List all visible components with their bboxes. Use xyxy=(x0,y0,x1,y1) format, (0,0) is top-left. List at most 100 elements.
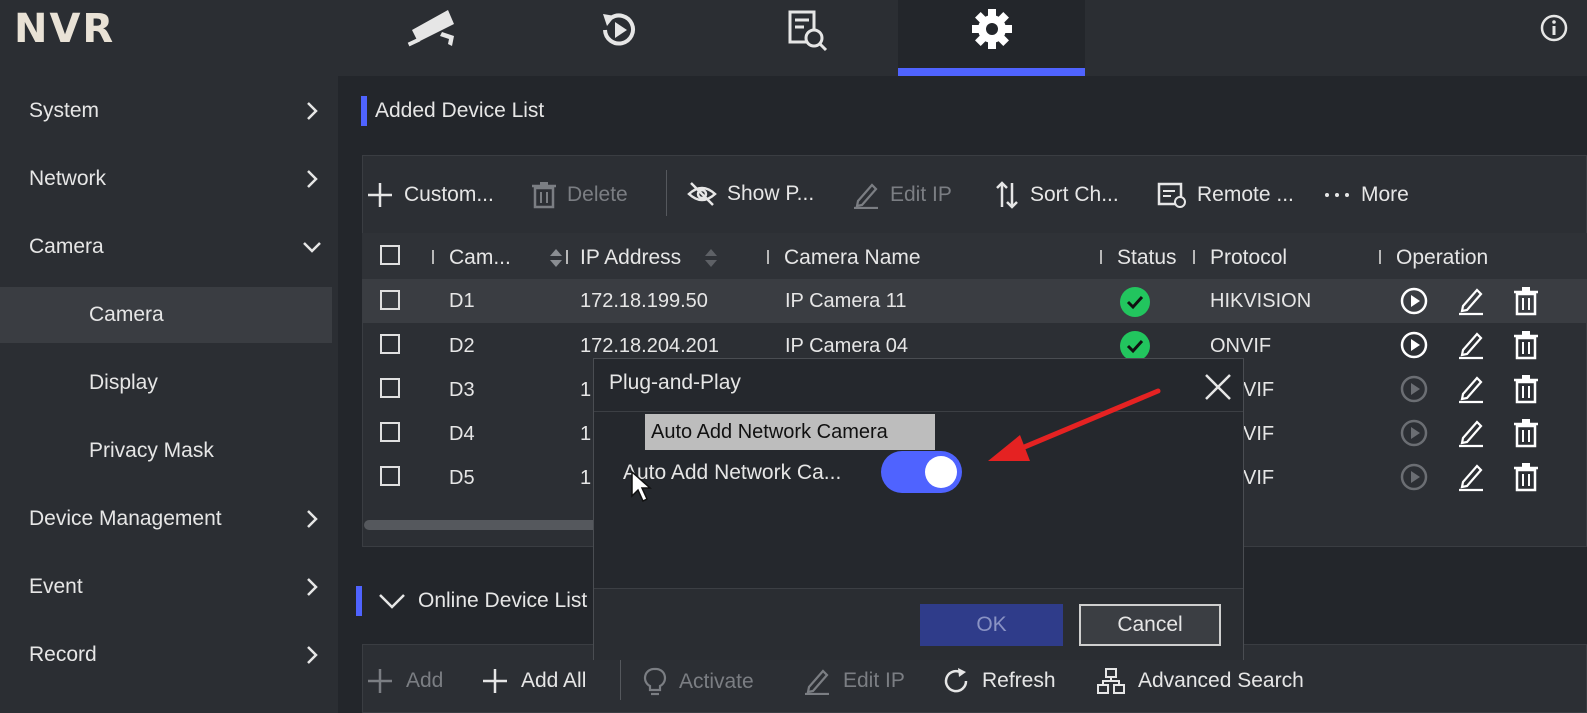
play-icon[interactable] xyxy=(1400,375,1428,403)
trash-icon xyxy=(532,182,556,209)
toggle-knob xyxy=(925,456,957,488)
toolbar-divider xyxy=(666,170,667,216)
column-separator xyxy=(432,250,434,264)
sidebar-item-label: Camera xyxy=(89,303,164,326)
pencil-icon[interactable] xyxy=(1457,374,1485,404)
row-checkbox[interactable] xyxy=(380,422,400,442)
add-button[interactable]: Add xyxy=(366,667,443,695)
trash-icon[interactable] xyxy=(1513,462,1539,492)
select-all-checkbox[interactable] xyxy=(380,245,400,265)
cell-channel: D2 xyxy=(449,335,475,357)
sidebar-item-label: Network xyxy=(29,167,107,190)
tab-search[interactable] xyxy=(712,0,899,76)
plus-icon xyxy=(368,183,392,207)
play-icon[interactable] xyxy=(1400,419,1428,447)
column-header-ip[interactable]: IP Address xyxy=(580,246,681,270)
pencil-icon[interactable] xyxy=(1457,418,1485,448)
pencil-icon[interactable] xyxy=(1457,462,1485,492)
show-password-button[interactable]: Show P... xyxy=(687,181,814,207)
trash-icon[interactable] xyxy=(1513,330,1539,360)
sidebar-item-display[interactable]: Display xyxy=(0,355,332,411)
refresh-label: Refresh xyxy=(982,669,1056,692)
edit-ip-button[interactable]: Edit IP xyxy=(852,181,952,209)
cell-channel: D1 xyxy=(449,290,475,312)
column-header-operation: Operation xyxy=(1396,246,1489,269)
advanced-search-button[interactable]: Advanced Search xyxy=(1096,667,1304,695)
sidebar-item-device-management[interactable]: Device Management xyxy=(0,491,332,547)
row-checkbox[interactable] xyxy=(380,290,400,310)
tab-configuration[interactable] xyxy=(898,0,1085,76)
row-checkbox[interactable] xyxy=(380,378,400,398)
info-icon[interactable] xyxy=(1540,14,1568,42)
auto-add-toggle[interactable] xyxy=(881,451,962,493)
trash-icon[interactable] xyxy=(1513,286,1539,316)
chevron-right-icon xyxy=(307,170,318,188)
play-icon[interactable] xyxy=(1400,287,1428,315)
cell-protocol: VIF xyxy=(1243,423,1275,445)
close-icon[interactable] xyxy=(1203,372,1233,402)
cell-channel: D4 xyxy=(449,423,475,445)
chevron-down-icon xyxy=(379,594,405,609)
trash-icon[interactable] xyxy=(1513,374,1539,404)
column-header-camera-name[interactable]: Camera Name xyxy=(784,246,921,270)
edit-ip-label: Edit IP xyxy=(843,669,905,692)
more-button[interactable]: More xyxy=(1323,181,1409,209)
cell-ip: 1 xyxy=(580,379,592,401)
play-icon[interactable] xyxy=(1400,463,1428,491)
add-label: Add xyxy=(406,669,444,692)
online-edit-ip-button[interactable]: Edit IP xyxy=(803,667,905,695)
ok-button[interactable]: OK xyxy=(920,604,1063,646)
sidebar-item-label: Event xyxy=(29,575,83,598)
chevron-down-icon xyxy=(303,242,321,253)
trash-icon[interactable] xyxy=(1513,418,1539,448)
sidebar-item-event[interactable]: Event xyxy=(0,559,332,615)
sort-channel-button[interactable]: Sort Ch... xyxy=(994,181,1119,209)
refresh-button[interactable]: Refresh xyxy=(942,667,1056,695)
horizontal-scrollbar[interactable] xyxy=(364,520,604,530)
add-all-button[interactable]: Add All xyxy=(481,667,586,695)
sidebar-item-system[interactable]: System xyxy=(0,83,332,139)
pencil-icon xyxy=(805,669,829,695)
lightbulb-icon xyxy=(643,667,667,696)
custom-add-button[interactable]: Custom... xyxy=(366,181,494,209)
delete-button[interactable]: Delete xyxy=(531,181,628,209)
cancel-button[interactable]: Cancel xyxy=(1079,604,1221,646)
edit-ip-label: Edit IP xyxy=(890,183,952,206)
chevron-right-icon xyxy=(307,510,318,528)
row-checkbox[interactable] xyxy=(380,334,400,354)
sidebar-item-label: Display xyxy=(89,371,158,394)
column-header-channel[interactable]: Cam... xyxy=(449,246,511,270)
status-online-icon xyxy=(1120,287,1150,317)
pencil-icon[interactable] xyxy=(1457,330,1485,360)
sidebar-item-network[interactable]: Network xyxy=(0,151,332,207)
tab-playback[interactable] xyxy=(525,0,712,76)
cell-channel: D3 xyxy=(449,379,475,401)
online-device-list-title[interactable]: Online Device List xyxy=(356,586,587,616)
chevron-right-icon xyxy=(307,646,318,664)
sort-arrows-icon[interactable] xyxy=(548,247,564,269)
sort-icon xyxy=(996,181,1018,209)
activate-label: Activate xyxy=(679,670,754,693)
camera-icon xyxy=(407,10,454,47)
row-checkbox[interactable] xyxy=(380,466,400,486)
sidebar-item-privacy-mask[interactable]: Privacy Mask xyxy=(0,423,332,479)
sort-arrows-icon[interactable] xyxy=(703,247,719,269)
cell-protocol: VIF xyxy=(1243,467,1275,489)
auto-add-label: Auto Add Network Ca... xyxy=(623,461,842,484)
column-separator xyxy=(1193,250,1195,264)
sidebar-item-camera[interactable]: Camera xyxy=(0,287,332,343)
dialog-title: Plug-and-Play xyxy=(609,371,741,394)
added-device-list-title: Added Device List xyxy=(361,96,544,126)
remote-config-button[interactable]: Remote ... xyxy=(1157,181,1294,209)
sidebar-item-camera-group[interactable]: Camera xyxy=(0,219,332,275)
column-header-protocol[interactable]: Protocol xyxy=(1210,246,1287,270)
sidebar-item-record[interactable]: Record xyxy=(0,627,332,683)
chevron-right-icon xyxy=(307,102,318,120)
sidebar-item-label: Record xyxy=(29,643,97,666)
column-header-status[interactable]: Status xyxy=(1117,246,1177,270)
play-icon[interactable] xyxy=(1400,331,1428,359)
activate-button[interactable]: Activate xyxy=(643,667,754,697)
pencil-icon[interactable] xyxy=(1457,286,1485,316)
tab-live-view[interactable] xyxy=(338,0,525,76)
cell-channel: D5 xyxy=(449,467,475,489)
